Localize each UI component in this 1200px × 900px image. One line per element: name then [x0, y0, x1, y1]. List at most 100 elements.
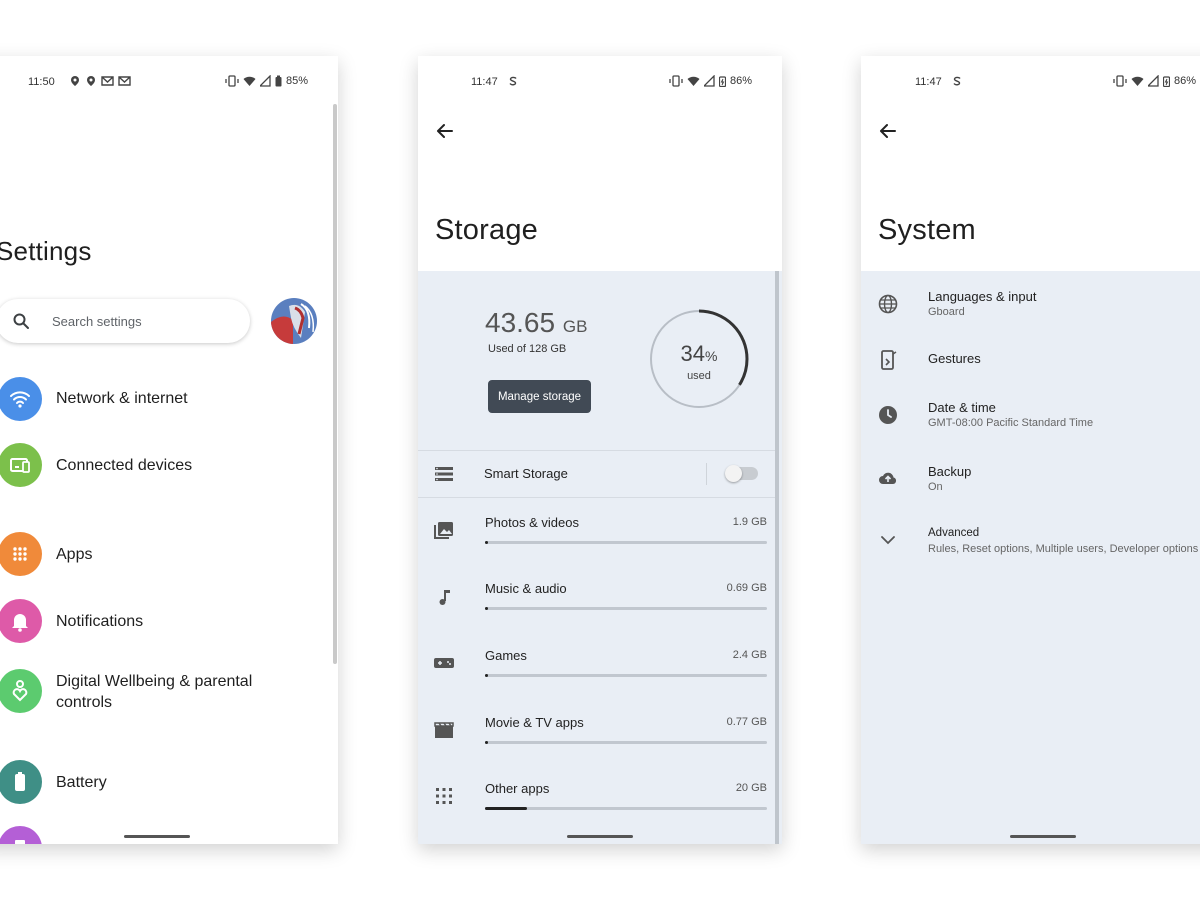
status-bar: 11:50 85%: [0, 56, 338, 108]
system-item-gestures[interactable]: Gestures: [861, 349, 1200, 389]
notification-icons: [951, 75, 963, 87]
system-item-title: Backup: [928, 464, 972, 479]
storage-item-movies[interactable]: Movie & TV apps 0.77 GB: [418, 711, 782, 777]
chevron-down-icon: [881, 536, 895, 545]
percent-sign: %: [705, 348, 718, 364]
settings-item-notifications[interactable]: Notifications: [0, 599, 322, 645]
battery-charging-icon: [719, 76, 726, 87]
system-status-icons: 86%: [669, 75, 752, 87]
manage-storage-button[interactable]: Manage storage: [488, 380, 591, 413]
gesture-nav-handle[interactable]: [124, 835, 190, 838]
photo-icon: [434, 522, 453, 539]
battery-icon-circle: [0, 760, 42, 804]
back-arrow-icon[interactable]: [434, 120, 456, 142]
scrollbar[interactable]: [333, 104, 337, 664]
storage-percent: 34%: [648, 341, 750, 367]
smart-storage-row[interactable]: Smart Storage: [418, 451, 782, 497]
storage-used-value: 43.65 GB: [485, 307, 587, 339]
settings-item-connected-devices[interactable]: Connected devices: [0, 443, 322, 489]
storage-item-bar: [485, 807, 767, 810]
location-pin-icon: [87, 76, 95, 86]
search-settings-bar[interactable]: Search settings: [0, 299, 250, 343]
partial-item-icon-circle: [0, 826, 42, 844]
sync-s-icon: [509, 76, 517, 86]
page-title: Storage: [435, 214, 538, 246]
cellular-signal-icon: [1148, 75, 1159, 87]
settings-item-label: Digital Wellbeing & parental controls: [56, 673, 253, 711]
toggle-divider: [706, 463, 707, 485]
storage-item-bar: [485, 674, 767, 677]
system-item-languages[interactable]: Languages & input Gboard: [861, 286, 1200, 336]
storage-item-size: 0.77 GB: [726, 716, 767, 728]
settings-item-label: Connected devices: [56, 457, 193, 474]
status-bar: 11:47 86%: [861, 56, 1200, 108]
clapperboard-icon: [434, 722, 454, 738]
settings-item-apps[interactable]: Apps: [0, 532, 322, 578]
system-panel: Languages & input Gboard Gestures Date &…: [861, 271, 1200, 844]
storage-item-fill: [485, 541, 488, 544]
search-input[interactable]: Search settings: [52, 314, 142, 329]
display-icon: [15, 840, 25, 844]
battery-percent: 85%: [286, 75, 309, 87]
system-item-backup[interactable]: Backup On: [861, 461, 1200, 511]
network-icon-circle: [0, 377, 42, 421]
gmail-icon: [101, 76, 114, 86]
system-status-icons: 86%: [1113, 75, 1196, 87]
battery-status-icon: [275, 75, 282, 87]
settings-item-label: Network & internet: [56, 390, 188, 407]
scrollbar[interactable]: [775, 271, 779, 844]
clock-icon: [879, 406, 897, 424]
status-time: 11:47: [915, 76, 942, 88]
gesture-nav-handle[interactable]: [1010, 835, 1076, 838]
storage-item-music[interactable]: Music & audio 0.69 GB: [418, 577, 782, 643]
storage-item-size: 2.4 GB: [732, 649, 767, 661]
system-item-title: Languages & input: [928, 289, 1037, 304]
storage-item-bar: [485, 741, 767, 744]
settings-item-digital-wellbeing[interactable]: Digital Wellbeing & parental controls: [0, 668, 322, 724]
used-number: 43.65: [485, 307, 556, 338]
sync-s-icon: [953, 76, 961, 86]
storage-item-photos[interactable]: Photos & videos 1.9 GB: [418, 511, 782, 577]
settings-item-battery[interactable]: Battery: [0, 760, 322, 806]
battery-icon: [0, 760, 42, 804]
back-arrow-icon[interactable]: [877, 120, 899, 142]
gesture-nav-handle[interactable]: [567, 835, 633, 838]
avatar[interactable]: [271, 298, 317, 344]
smart-storage-toggle[interactable]: [725, 465, 758, 482]
page-title: Settings: [0, 236, 92, 266]
storage-item-fill: [485, 741, 488, 744]
status-time: 11:50: [28, 76, 55, 88]
divider: [418, 497, 775, 498]
status-time: 11:47: [471, 76, 498, 88]
vibrate-icon: [669, 75, 683, 87]
status-bar: 11:47 86%: [418, 56, 782, 108]
storage-item-other-apps[interactable]: Other apps 20 GB: [418, 777, 782, 843]
apps-grid-icon: [0, 532, 42, 576]
gmail-icon: [118, 76, 131, 86]
system-status-icons: 85%: [225, 75, 308, 87]
wifi-status-icon: [243, 76, 256, 86]
system-item-date-time[interactable]: Date & time GMT-08:00 Pacific Standard T…: [861, 397, 1200, 447]
settings-item-network[interactable]: Network & internet: [0, 376, 322, 422]
profile-picture: [271, 298, 317, 344]
globe-icon: [878, 294, 898, 314]
smart-storage-label: Smart Storage: [484, 466, 568, 481]
storage-item-size: 1.9 GB: [732, 516, 767, 528]
storage-capacity-label: Used of 128 GB: [488, 343, 567, 355]
cellular-signal-icon: [704, 75, 715, 87]
system-item-advanced[interactable]: Advanced Rules, Reset options, Multiple …: [861, 524, 1200, 564]
wellbeing-icon: [0, 669, 42, 713]
search-icon: [13, 313, 29, 329]
bell-icon: [0, 599, 42, 643]
system-screen: 11:47 86% System Languages & input Gboar…: [861, 56, 1200, 844]
storage-item-games[interactable]: Games 2.4 GB: [418, 644, 782, 710]
notification-icons: [69, 75, 131, 87]
wifi-status-icon: [1131, 76, 1144, 86]
music-note-icon: [439, 590, 450, 605]
connected-devices-icon-circle: [0, 443, 42, 487]
wellbeing-icon-circle: [0, 669, 42, 713]
storage-item-label: Music & audio: [485, 581, 567, 596]
system-item-title: Gestures: [928, 351, 981, 366]
apps-grid-icon: [436, 788, 452, 804]
settings-item-label: Notifications: [56, 613, 144, 630]
